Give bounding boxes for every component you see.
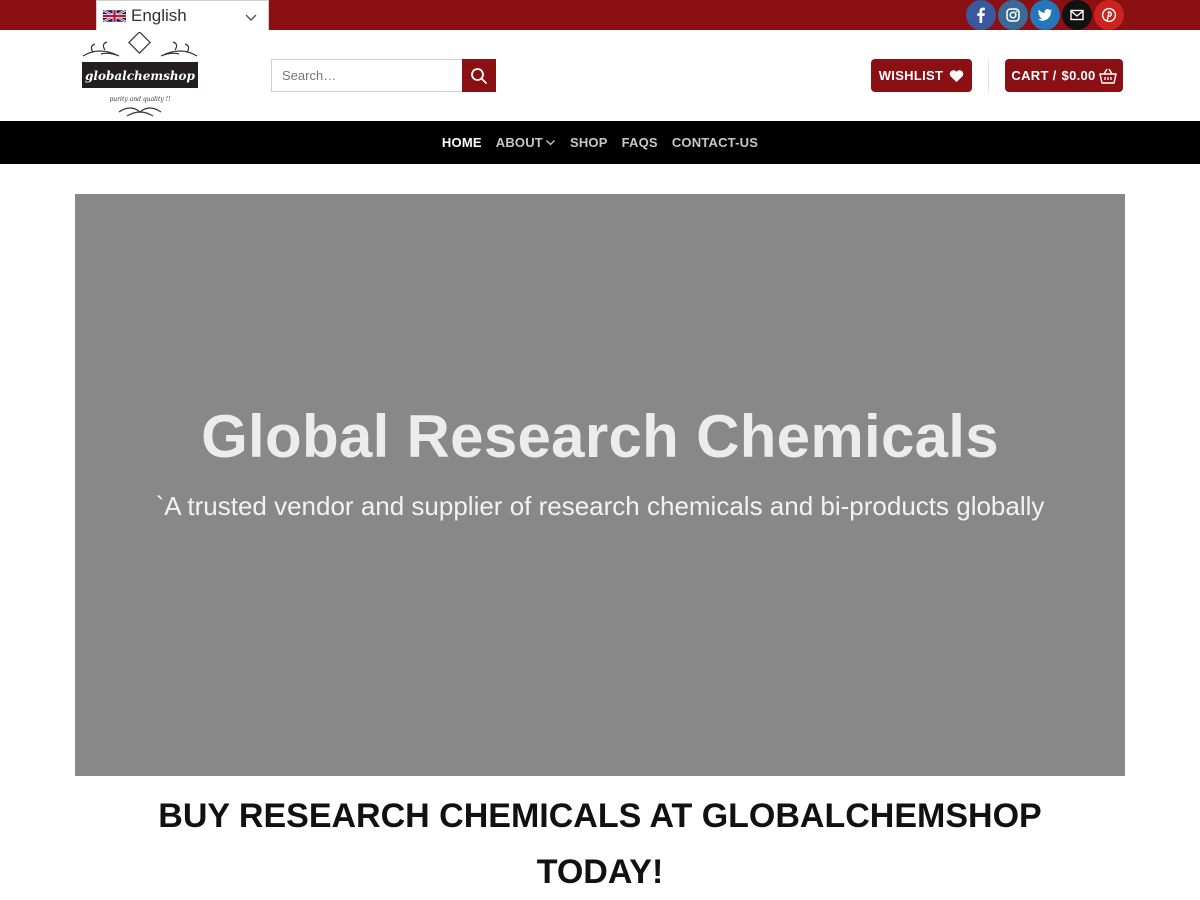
- hero-subtitle: `A trusted vendor and supplier of resear…: [155, 491, 1045, 521]
- nav-item-label: HOME: [441, 135, 482, 150]
- social-links: [966, 0, 1124, 30]
- email-icon: [1070, 9, 1084, 21]
- twitter-button[interactable]: [1030, 0, 1060, 30]
- language-selector[interactable]: English: [96, 0, 269, 32]
- header-divider: [988, 60, 989, 92]
- logo-tagline: purity and quality !!: [109, 96, 171, 103]
- chevron-down-icon: [245, 14, 257, 21]
- wishlist-button[interactable]: WISHLIST: [871, 59, 972, 92]
- heart-icon: [949, 69, 964, 82]
- cart-amount: $0.00: [1061, 68, 1096, 83]
- facebook-icon: [977, 7, 985, 23]
- site-header: globalchemshop purity and quality !! WIS…: [0, 30, 1200, 121]
- nav-item-label: FAQS: [621, 135, 658, 150]
- logo-text: globalchemshop: [85, 69, 196, 83]
- wishlist-label: WISHLIST: [878, 68, 944, 83]
- main-nav: HOME ABOUT SHOP FAQS CONTACT-US: [0, 121, 1200, 164]
- nav-item-label: ABOUT: [495, 135, 543, 150]
- cart-button[interactable]: CART / $0.00: [1005, 59, 1123, 92]
- section-title: BUY RESEARCH CHEMICALS AT GLOBALCHEMSHOP…: [158, 797, 1042, 891]
- pinterest-icon: [1101, 7, 1117, 23]
- facebook-button[interactable]: [966, 0, 996, 30]
- search-icon: [471, 67, 487, 84]
- hero-banner: [75, 194, 1125, 776]
- nav-item-faqs[interactable]: FAQS: [622, 135, 658, 150]
- nav-item-about[interactable]: ABOUT: [496, 135, 556, 150]
- nav-item-home[interactable]: HOME: [442, 135, 482, 150]
- site-logo[interactable]: globalchemshop purity and quality !!: [79, 32, 201, 120]
- nav-item-shop[interactable]: SHOP: [570, 135, 608, 150]
- basket-icon: [1098, 68, 1117, 84]
- pinterest-button[interactable]: [1094, 0, 1124, 30]
- nav-item-label: SHOP: [569, 135, 608, 150]
- hero-title: Global Research Chemicals: [201, 403, 999, 470]
- search-form: [271, 59, 496, 92]
- chevron-down-icon: [545, 140, 555, 146]
- top-bar: English: [0, 0, 1200, 32]
- search-button[interactable]: [462, 59, 496, 92]
- language-label: English: [131, 6, 187, 25]
- instagram-icon: [1006, 8, 1020, 22]
- nav-item-label: CONTACT-US: [671, 135, 759, 150]
- search-input[interactable]: [271, 59, 462, 92]
- uk-flag-icon: [103, 9, 126, 23]
- cart-label: CART /: [1011, 68, 1057, 83]
- instagram-button[interactable]: [998, 0, 1028, 30]
- twitter-icon: [1038, 9, 1052, 21]
- email-button[interactable]: [1062, 0, 1092, 30]
- nav-item-contact-us[interactable]: CONTACT-US: [672, 135, 758, 150]
